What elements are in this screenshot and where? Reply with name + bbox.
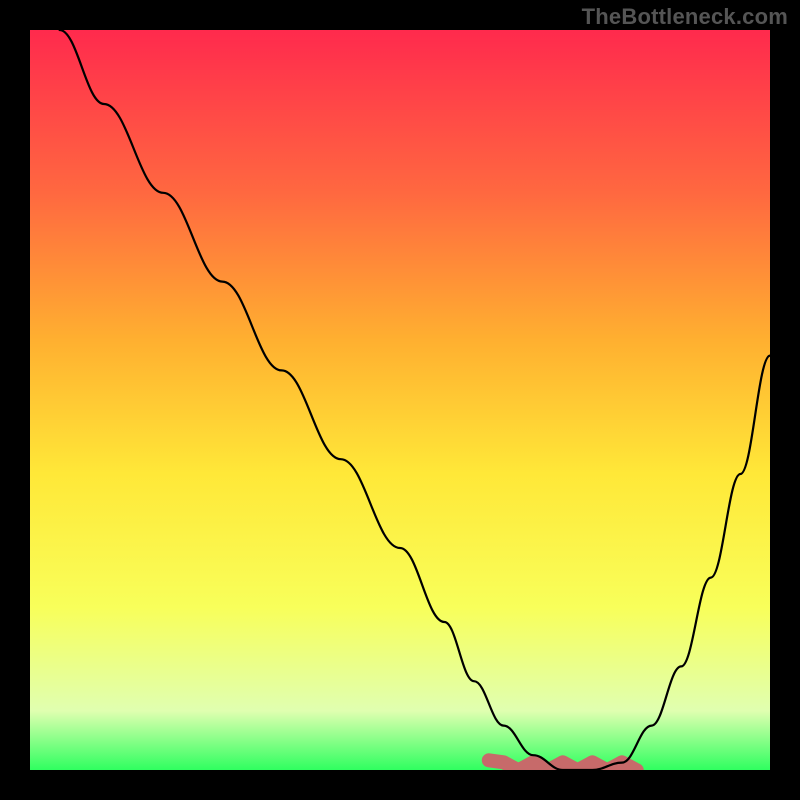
bottleneck-chart <box>30 30 770 770</box>
gradient-bg <box>30 30 770 770</box>
watermark-text: TheBottleneck.com <box>582 4 788 30</box>
chart-frame: TheBottleneck.com <box>0 0 800 800</box>
highlight-marker <box>489 760 637 770</box>
plot-area <box>30 30 770 770</box>
